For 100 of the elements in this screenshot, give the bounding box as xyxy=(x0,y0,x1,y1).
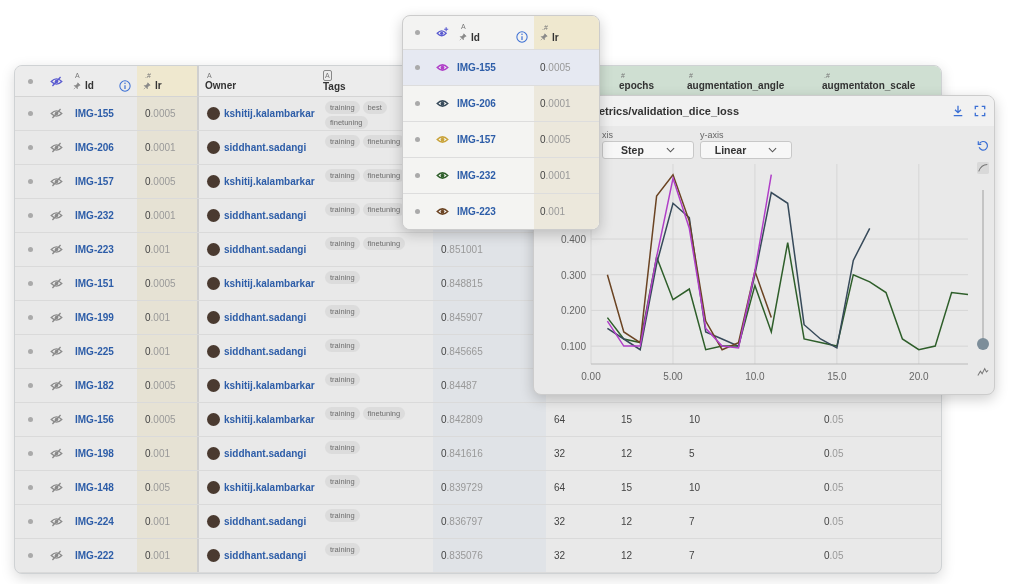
pin-icon[interactable] xyxy=(459,33,467,41)
run-id-link[interactable]: IMG-232 xyxy=(457,170,496,181)
owner-link[interactable]: kshitij.kalambarkar xyxy=(224,482,315,493)
table-cell: 0.001 xyxy=(145,312,171,323)
visibility-icon[interactable] xyxy=(49,447,63,460)
column-header[interactable]: augmentation_angle xyxy=(687,80,785,91)
x-axis-dropdown[interactable]: Step xyxy=(602,141,694,159)
visibility-icon[interactable] xyxy=(49,277,63,290)
owner-link[interactable]: kshitij.kalambarkar xyxy=(224,278,315,289)
table-cell: 7 xyxy=(689,550,695,561)
visibility-icon[interactable] xyxy=(49,107,63,120)
row-dot xyxy=(27,315,33,320)
table-cell: 0.848815 xyxy=(441,278,483,289)
reset-icon[interactable] xyxy=(977,140,989,152)
line-chart-icon[interactable] xyxy=(977,366,989,378)
table-cell: 0.001 xyxy=(145,448,171,459)
owner-link[interactable]: kshitij.kalambarkar xyxy=(224,176,315,187)
table-cell: 0.845665 xyxy=(441,346,483,357)
visibility-icon[interactable] xyxy=(49,515,63,528)
pinned-run-row[interactable]: IMG-206 0.0001 xyxy=(403,86,599,122)
owner-link[interactable]: siddhant.sadangi xyxy=(224,346,307,357)
run-id-link[interactable]: IMG-225 xyxy=(75,346,114,357)
run-id-link[interactable]: IMG-223 xyxy=(75,244,114,255)
run-id-link[interactable]: IMG-148 xyxy=(75,482,114,493)
column-header[interactable]: augmentaton_scale xyxy=(822,80,916,91)
pinned-run-row[interactable]: IMG-157 0.0005 xyxy=(403,122,599,158)
table-cell: 10 xyxy=(689,482,701,493)
pinned-run-row[interactable]: IMG-155 0.0005 xyxy=(403,50,599,86)
slider-thumb[interactable] xyxy=(977,338,989,350)
visibility-icon[interactable] xyxy=(49,413,63,426)
visibility-icon[interactable] xyxy=(49,481,63,494)
smoothing-curve-icon[interactable] xyxy=(977,162,989,174)
x-tick-label: 10.0 xyxy=(745,371,765,382)
visibility-icon[interactable] xyxy=(49,311,63,324)
run-id-link[interactable]: IMG-182 xyxy=(75,380,114,391)
pin-icon[interactable] xyxy=(73,81,81,90)
owner-link[interactable]: siddhant.sadangi xyxy=(224,550,307,561)
download-icon[interactable] xyxy=(952,105,964,117)
eye-icon[interactable] xyxy=(435,97,449,110)
run-id-link[interactable]: IMG-157 xyxy=(457,134,496,145)
eye-icon[interactable] xyxy=(435,205,449,218)
pin-icon[interactable] xyxy=(540,33,548,41)
owner-link[interactable]: kshitij.kalambarkar xyxy=(224,380,315,391)
column-header[interactable]: Id xyxy=(471,31,480,43)
avatar xyxy=(207,413,220,426)
run-id-link[interactable]: IMG-198 xyxy=(75,448,114,459)
table-cell: 12 xyxy=(621,448,633,459)
pin-icon[interactable] xyxy=(143,81,151,90)
run-id-link[interactable]: IMG-151 xyxy=(75,278,114,289)
visibility-icon[interactable] xyxy=(49,549,63,562)
run-id-link[interactable]: IMG-157 xyxy=(75,176,114,187)
owner-link[interactable]: kshitij.kalambarkar xyxy=(224,108,315,119)
owner-link[interactable]: siddhant.sadangi xyxy=(224,516,307,527)
fullscreen-icon[interactable] xyxy=(974,105,986,117)
column-header[interactable]: lr xyxy=(552,31,559,43)
eye-icon[interactable] xyxy=(435,61,449,74)
eye-plus-icon[interactable] xyxy=(435,26,449,39)
info-icon[interactable] xyxy=(516,31,528,43)
table-cell: 0.001 xyxy=(145,346,171,357)
visibility-icon[interactable] xyxy=(49,243,63,256)
run-id-link[interactable]: IMG-155 xyxy=(457,62,496,73)
run-id-link[interactable]: IMG-206 xyxy=(457,98,496,109)
column-header[interactable]: Id xyxy=(85,80,94,91)
table-cell: 64 xyxy=(554,482,566,493)
run-id-link[interactable]: IMG-199 xyxy=(75,312,114,323)
owner-link[interactable]: siddhant.sadangi xyxy=(224,448,307,459)
visibility-icon[interactable] xyxy=(49,345,63,358)
visibility-icon[interactable] xyxy=(49,175,63,188)
y-axis-dropdown[interactable]: Linear xyxy=(700,141,792,159)
pinned-run-row[interactable]: IMG-232 0.0001 xyxy=(403,158,599,194)
avatar xyxy=(207,515,220,528)
column-header[interactable]: epochs xyxy=(619,80,654,91)
table-cell: 5 xyxy=(689,448,695,459)
avatar xyxy=(207,175,220,188)
visibility-toggle-icon[interactable] xyxy=(49,74,63,88)
run-id-link[interactable]: IMG-206 xyxy=(75,142,114,153)
caret-icon xyxy=(768,147,778,153)
visibility-icon[interactable] xyxy=(49,141,63,154)
run-id-link[interactable]: IMG-156 xyxy=(75,414,114,425)
column-header[interactable]: Tags xyxy=(323,81,346,92)
eye-icon[interactable] xyxy=(435,169,449,182)
pinned-run-row[interactable]: IMG-223 0.001 xyxy=(403,194,599,229)
table-cell: 0.0005 xyxy=(540,62,571,73)
info-icon[interactable] xyxy=(119,79,131,92)
owner-link[interactable]: siddhant.sadangi xyxy=(224,312,307,323)
column-header[interactable]: lr xyxy=(155,80,162,91)
x-tick-label: 0.00 xyxy=(581,371,601,382)
run-id-link[interactable]: IMG-155 xyxy=(75,108,114,119)
column-header[interactable]: Owner xyxy=(205,80,237,91)
run-id-link[interactable]: IMG-223 xyxy=(457,206,496,217)
row-dot xyxy=(27,417,33,422)
owner-link[interactable]: siddhant.sadangi xyxy=(224,244,307,255)
visibility-icon[interactable] xyxy=(49,209,63,222)
run-id-link[interactable]: IMG-224 xyxy=(75,516,114,527)
run-id-link[interactable]: IMG-232 xyxy=(75,210,114,221)
visibility-icon[interactable] xyxy=(49,379,63,392)
owner-link[interactable]: siddhant.sadangi xyxy=(224,142,307,153)
owner-link[interactable]: siddhant.sadangi xyxy=(224,210,307,221)
run-id-link[interactable]: IMG-222 xyxy=(75,550,114,561)
owner-link[interactable]: kshitij.kalambarkar xyxy=(224,414,315,425)
